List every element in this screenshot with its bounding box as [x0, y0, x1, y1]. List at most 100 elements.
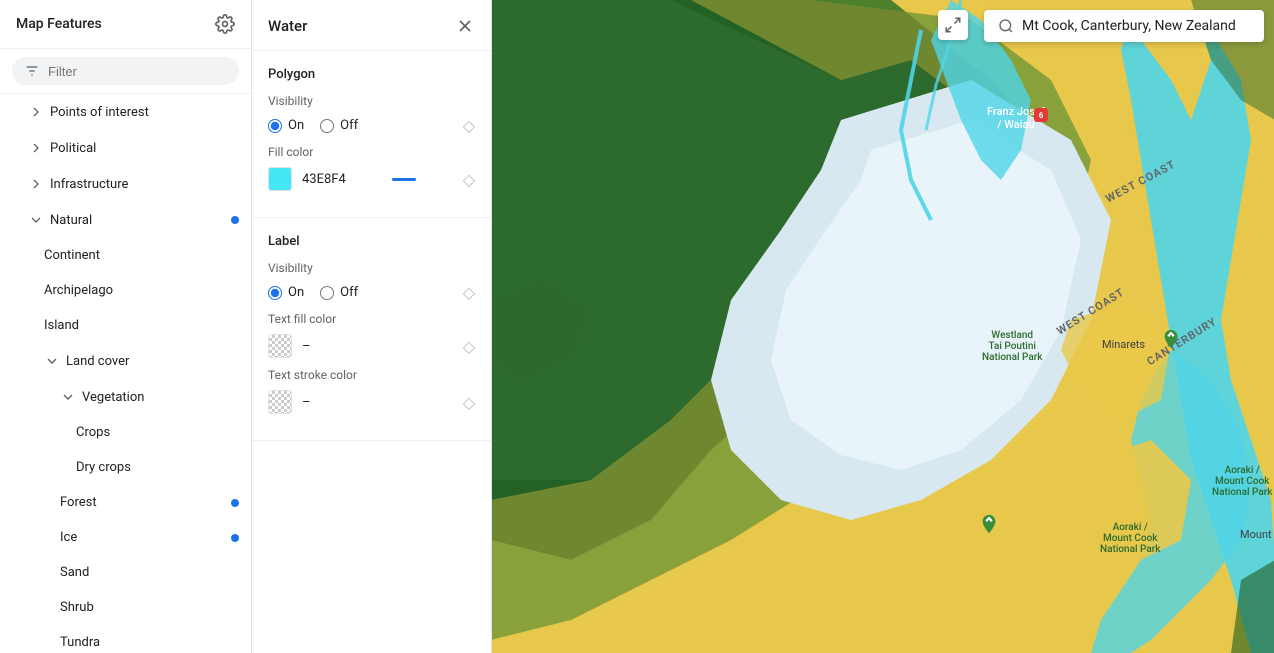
sidebar-item-label: Crops — [76, 425, 235, 440]
fill-color-label: Fill color — [268, 145, 475, 159]
label-visibility-on-text: On — [288, 285, 304, 300]
gear-icon[interactable] — [215, 14, 235, 34]
search-value: Mt Cook, Canterbury, New Zealand — [1022, 18, 1236, 34]
sidebar-item-island[interactable]: Island — [0, 308, 251, 343]
reset-diamond-icon[interactable]: ◇ — [463, 337, 475, 356]
sidebar-item-label: Ice — [60, 530, 235, 545]
sidebar-item-label: Forest — [60, 495, 235, 510]
modified-dot — [231, 499, 239, 507]
chevron-down-icon — [44, 353, 60, 369]
sidebar-item-label: Sand — [60, 565, 235, 580]
panel-header: Map Features — [0, 0, 251, 49]
sidebar-item-forest[interactable]: Forest — [0, 485, 251, 520]
label-visibility-on-radio[interactable] — [268, 286, 282, 300]
filter-icon — [24, 63, 40, 79]
text-fill-color-label: Text fill color — [268, 312, 475, 326]
polygon-section: Polygon Visibility On Off ◇ Fill color 4… — [252, 51, 491, 218]
map-area[interactable]: WEST COAST CANTERBURY WEST COAST CANTERB… — [492, 0, 1274, 653]
label-visibility-radio-group: On Off — [268, 285, 358, 300]
visibility-radio-group: On Off — [268, 118, 358, 133]
filter-bar — [0, 49, 251, 94]
search-icon — [998, 18, 1014, 34]
sidebar-item-label: Tundra — [60, 635, 235, 650]
color-row: 43E8F4 — [268, 167, 346, 191]
sidebar-item-label: Political — [50, 141, 235, 156]
sidebar-item-label: Natural — [50, 213, 235, 228]
visibility-off-label[interactable]: Off — [320, 118, 358, 133]
sidebar-item-sand[interactable]: Sand — [0, 555, 251, 590]
fill-color-swatch[interactable] — [268, 167, 292, 191]
label-section-title: Label — [268, 234, 475, 249]
visibility-on-label[interactable]: On — [268, 118, 304, 133]
chevron-down-icon — [28, 212, 44, 228]
fullscreen-icon — [944, 16, 962, 34]
text-fill-color-swatch[interactable] — [268, 334, 292, 358]
fill-color-minus — [392, 178, 416, 181]
sidebar-item-shrub[interactable]: Shrub — [0, 590, 251, 625]
text-stroke-color-value: – — [302, 395, 311, 410]
fill-color-value: 43E8F4 — [302, 172, 346, 187]
reset-diamond-icon[interactable]: ◇ — [463, 393, 475, 412]
fill-color-row: 43E8F4 ◇ — [268, 167, 475, 191]
sidebar-item-archipelago[interactable]: Archipelago — [0, 273, 251, 308]
sidebar-item-infrastructure[interactable]: Infrastructure — [0, 166, 251, 202]
text-stroke-color-row: – ◇ — [268, 390, 475, 414]
text-fill-color-row: – ◇ — [268, 334, 475, 358]
text-stroke-color-swatch[interactable] — [268, 390, 292, 414]
sidebar-item-crops[interactable]: Crops — [0, 415, 251, 450]
label-visibility-off-label[interactable]: Off — [320, 285, 358, 300]
search-bar[interactable]: Mt Cook, Canterbury, New Zealand — [984, 10, 1264, 42]
label-visibility-row: On Off ◇ — [268, 283, 475, 302]
sidebar-item-points-of-interest[interactable]: Points of interest — [0, 94, 251, 130]
sidebar-item-natural[interactable]: Natural — [0, 202, 251, 238]
reset-diamond-icon[interactable]: ◇ — [463, 170, 475, 189]
label-visibility-on-label[interactable]: On — [268, 285, 304, 300]
map-svg — [492, 0, 1274, 653]
chevron-right-icon — [28, 104, 44, 120]
sidebar-item-ice[interactable]: Ice — [0, 520, 251, 555]
sidebar-item-label: Island — [44, 318, 235, 333]
nav-list: Points of interest Political Infrastruct… — [0, 94, 251, 653]
label-visibility-off-radio[interactable] — [320, 286, 334, 300]
label-section: Label Visibility On Off ◇ Text fill colo… — [252, 218, 491, 441]
middle-panel-title: Water — [268, 17, 307, 35]
label-visibility-label: Visibility — [268, 261, 475, 275]
panel-title: Map Features — [16, 16, 102, 32]
polygon-section-title: Polygon — [268, 67, 475, 82]
polygon-visibility-row: On Off ◇ — [268, 116, 475, 135]
sidebar-item-label: Shrub — [60, 600, 235, 615]
sidebar-item-label: Land cover — [66, 354, 235, 369]
sidebar-item-label: Vegetation — [82, 390, 235, 405]
middle-header: Water — [252, 0, 491, 51]
reset-diamond-icon[interactable]: ◇ — [463, 116, 475, 135]
text-stroke-color-label: Text stroke color — [268, 368, 475, 382]
sidebar-item-land-cover[interactable]: Land cover — [0, 343, 251, 379]
label-visibility-off-text: Off — [340, 285, 358, 300]
visibility-off-radio[interactable] — [320, 119, 334, 133]
text-fill-color-value: – — [302, 339, 311, 354]
chevron-right-icon — [28, 140, 44, 156]
fullscreen-button[interactable] — [938, 10, 968, 40]
sidebar-item-label: Archipelago — [44, 283, 235, 298]
modified-dot — [231, 216, 239, 224]
visibility-on-text: On — [288, 118, 304, 133]
sidebar-item-vegetation[interactable]: Vegetation — [0, 379, 251, 415]
modified-dot — [231, 534, 239, 542]
filter-input[interactable] — [48, 64, 227, 79]
sidebar-item-political[interactable]: Political — [0, 130, 251, 166]
sidebar-item-continent[interactable]: Continent — [0, 238, 251, 273]
filter-input-wrap — [12, 57, 239, 85]
chevron-down-icon — [60, 389, 76, 405]
sidebar-item-tundra[interactable]: Tundra — [0, 625, 251, 653]
chevron-right-icon — [28, 176, 44, 192]
visibility-label: Visibility — [268, 94, 475, 108]
left-panel: Map Features Points of interest Politica… — [0, 0, 252, 653]
middle-panel: Water Polygon Visibility On Off ◇ Fill c… — [252, 0, 492, 653]
visibility-off-text: Off — [340, 118, 358, 133]
sidebar-item-dry-crops[interactable]: Dry crops — [0, 450, 251, 485]
visibility-on-radio[interactable] — [268, 119, 282, 133]
text-fill-color-row-inner: – — [268, 334, 311, 358]
reset-diamond-icon[interactable]: ◇ — [463, 283, 475, 302]
sidebar-item-label: Infrastructure — [50, 177, 235, 192]
close-button[interactable] — [455, 16, 475, 36]
